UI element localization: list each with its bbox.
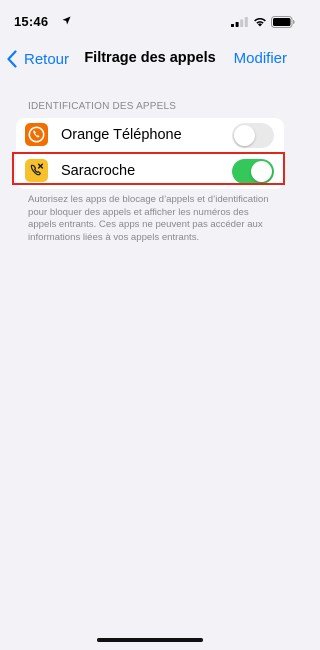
location-arrow-icon — [62, 16, 71, 25]
orange-phone-app-icon — [25, 123, 48, 146]
cellular-signal-icon — [231, 17, 248, 27]
status-time: 15:46 — [14, 14, 49, 29]
wifi-icon — [254, 17, 266, 27]
edit-button[interactable]: Modifier — [234, 50, 287, 67]
saracroche-app-icon — [25, 159, 48, 182]
saracroche-toggle[interactable] — [232, 159, 274, 184]
toggle-knob — [251, 161, 272, 182]
section-footer: Autorisez les apps de blocage d’appels e… — [28, 194, 269, 243]
battery-icon — [271, 16, 295, 28]
toggle-knob — [234, 125, 255, 146]
status-bar: 15:46 — [0, 0, 300, 44]
app-name-label: Saracroche — [61, 163, 136, 179]
app-name-label: Orange Téléphone — [61, 127, 182, 143]
navigation-bar: Retour Filtrage des appels Modifier — [0, 44, 300, 74]
orange-telephone-toggle[interactable] — [232, 123, 274, 148]
section-header: IDENTIFICATION DES APPELS — [28, 101, 177, 112]
list-item-saracroche: Saracroche — [16, 154, 284, 189]
list-item-orange-telephone: Orange Téléphone — [16, 118, 284, 154]
call-identification-list: Orange Téléphone Saracroche — [16, 118, 284, 189]
home-indicator[interactable] — [97, 638, 203, 642]
